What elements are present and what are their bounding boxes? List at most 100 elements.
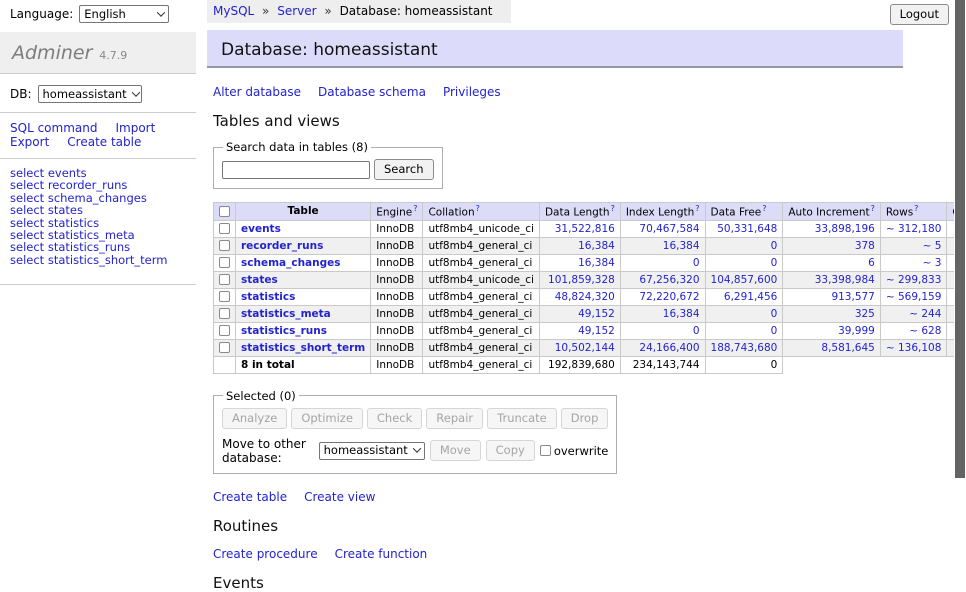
scrollbar-thumb[interactable] bbox=[955, 0, 965, 478]
rows-count-link[interactable]: ~ 299,833 bbox=[886, 274, 942, 286]
help-link[interactable]: ? bbox=[914, 204, 918, 213]
alter-database-link[interactable]: Alter database bbox=[213, 85, 301, 99]
create-view-link[interactable]: Create view bbox=[304, 490, 375, 504]
row-checkbox[interactable] bbox=[219, 257, 230, 268]
row-checkbox[interactable] bbox=[219, 342, 230, 353]
auto-increment-link[interactable]: 39,999 bbox=[788, 325, 875, 337]
move-db-select[interactable]: homeassistant bbox=[319, 442, 425, 460]
logout-button[interactable]: Logout bbox=[890, 4, 949, 25]
check-button[interactable]: Check bbox=[367, 408, 422, 429]
table-name-link[interactable]: statistics_runs bbox=[241, 325, 327, 337]
rows-count-link[interactable]: ~ 3 bbox=[886, 257, 942, 269]
data-length-link[interactable]: 49,152 bbox=[545, 308, 615, 320]
data-length-link[interactable]: 31,522,816 bbox=[545, 223, 615, 235]
index-length-link[interactable]: 0 bbox=[626, 325, 700, 337]
auto-increment-link[interactable]: 913,577 bbox=[788, 291, 875, 303]
sidebar-link-import[interactable]: Import bbox=[115, 121, 155, 135]
index-length-link[interactable]: 0 bbox=[626, 257, 700, 269]
rows-count-link[interactable]: ~ 244 bbox=[886, 308, 942, 320]
rows-count-link[interactable]: ~ 5 bbox=[886, 240, 942, 252]
help-link[interactable]: ? bbox=[871, 204, 875, 213]
create-procedure-link[interactable]: Create procedure bbox=[213, 547, 318, 561]
language-select[interactable]: English bbox=[79, 5, 169, 23]
app-version: 4.7.9 bbox=[99, 49, 127, 62]
auto-increment-link[interactable]: 33,898,196 bbox=[788, 223, 875, 235]
search-button[interactable]: Search bbox=[374, 159, 434, 180]
db-select[interactable]: homeassistant bbox=[38, 85, 142, 103]
breadcrumb-server-link[interactable]: Server bbox=[277, 4, 316, 18]
breadcrumb-driver-link[interactable]: MySQL bbox=[213, 4, 254, 18]
repair-button[interactable]: Repair bbox=[426, 408, 483, 429]
row-checkbox[interactable] bbox=[219, 223, 230, 234]
data-length-link[interactable]: 10,502,144 bbox=[545, 342, 615, 354]
data-free-link[interactable]: 104,857,600 bbox=[711, 274, 778, 286]
data-free-link[interactable]: 0 bbox=[711, 240, 778, 252]
row-checkbox[interactable] bbox=[219, 308, 230, 319]
row-checkbox[interactable] bbox=[219, 291, 230, 302]
data-length-link[interactable]: 101,859,328 bbox=[545, 274, 615, 286]
row-checkbox[interactable] bbox=[219, 274, 230, 285]
data-length-link[interactable]: 16,384 bbox=[545, 257, 615, 269]
table-name-link[interactable]: statistics bbox=[241, 291, 295, 303]
create-table-link[interactable]: Create table bbox=[213, 490, 287, 504]
move-button[interactable]: Move bbox=[430, 440, 481, 461]
copy-button[interactable]: Copy bbox=[486, 440, 535, 461]
scrollbar[interactable] bbox=[954, 0, 966, 543]
sidebar-item-select-states[interactable]: select states bbox=[10, 204, 196, 216]
data-length-link[interactable]: 49,152 bbox=[545, 325, 615, 337]
drop-button[interactable]: Drop bbox=[561, 408, 609, 429]
data-free-link[interactable]: 188,743,680 bbox=[711, 342, 778, 354]
table-name-link[interactable]: statistics_short_term bbox=[241, 342, 365, 354]
help-link[interactable]: ? bbox=[762, 204, 766, 213]
rows-count-link[interactable]: ~ 628 bbox=[886, 325, 942, 337]
select-all-checkbox[interactable] bbox=[219, 206, 230, 217]
analyze-button[interactable]: Analyze bbox=[222, 408, 287, 429]
sidebar-item-select-statistics-runs[interactable]: select statistics_runs bbox=[10, 241, 196, 253]
index-length-link[interactable]: 67,256,320 bbox=[626, 274, 700, 286]
auto-increment-link[interactable]: 325 bbox=[788, 308, 875, 320]
auto-increment-link[interactable]: 8,581,645 bbox=[788, 342, 875, 354]
sidebar-link-sql-command[interactable]: SQL command bbox=[10, 121, 97, 135]
data-free-link[interactable]: 6,291,456 bbox=[711, 291, 778, 303]
index-length-link[interactable]: 70,467,584 bbox=[626, 223, 700, 235]
sidebar-item-select-statistics-short-term[interactable]: select statistics_short_term bbox=[10, 254, 196, 266]
collation-value: utf8mb4_general_ci bbox=[423, 339, 539, 356]
help-link[interactable]: ? bbox=[695, 204, 699, 213]
privileges-link[interactable]: Privileges bbox=[443, 85, 501, 99]
database-schema-link[interactable]: Database schema bbox=[318, 85, 426, 99]
row-checkbox[interactable] bbox=[219, 240, 230, 251]
table-name-link[interactable]: recorder_runs bbox=[241, 240, 323, 252]
auto-increment-link[interactable]: 378 bbox=[788, 240, 875, 252]
auto-increment-link[interactable]: 6 bbox=[788, 257, 875, 269]
optimize-button[interactable]: Optimize bbox=[291, 408, 363, 429]
help-link[interactable]: ? bbox=[476, 204, 480, 213]
table-name-link[interactable]: schema_changes bbox=[241, 257, 341, 269]
truncate-button[interactable]: Truncate bbox=[487, 408, 557, 429]
data-length-link[interactable]: 48,824,320 bbox=[545, 291, 615, 303]
data-free-link[interactable]: 0 bbox=[711, 325, 778, 337]
index-length-link[interactable]: 16,384 bbox=[626, 240, 700, 252]
data-free-link[interactable]: 0 bbox=[711, 257, 778, 269]
help-link[interactable]: ? bbox=[413, 204, 417, 213]
sidebar-link-export[interactable]: Export bbox=[10, 135, 49, 149]
search-input[interactable] bbox=[222, 161, 370, 179]
row-checkbox[interactable] bbox=[219, 325, 230, 336]
overwrite-checkbox[interactable] bbox=[540, 445, 551, 456]
rows-count-link[interactable]: ~ 312,180 bbox=[886, 223, 942, 235]
auto-increment-link[interactable]: 33,398,984 bbox=[788, 274, 875, 286]
rows-count-link[interactable]: ~ 569,159 bbox=[886, 291, 942, 303]
help-link[interactable]: ? bbox=[611, 204, 615, 213]
data-free-link[interactable]: 50,331,648 bbox=[711, 223, 778, 235]
index-length-link[interactable]: 72,220,672 bbox=[626, 291, 700, 303]
table-name-link[interactable]: events bbox=[241, 223, 281, 235]
table-name-link[interactable]: states bbox=[241, 274, 278, 286]
index-length-link[interactable]: 24,166,400 bbox=[626, 342, 700, 354]
rows-count-link[interactable]: ~ 136,108 bbox=[886, 342, 942, 354]
create-function-link[interactable]: Create function bbox=[335, 547, 428, 561]
data-length-link[interactable]: 16,384 bbox=[545, 240, 615, 252]
data-free-link[interactable]: 0 bbox=[711, 308, 778, 320]
sidebar-item-select-recorder-runs[interactable]: select recorder_runs bbox=[10, 179, 196, 191]
sidebar-link-create-table[interactable]: Create table bbox=[67, 135, 141, 149]
table-name-link[interactable]: statistics_meta bbox=[241, 308, 331, 320]
index-length-link[interactable]: 16,384 bbox=[626, 308, 700, 320]
